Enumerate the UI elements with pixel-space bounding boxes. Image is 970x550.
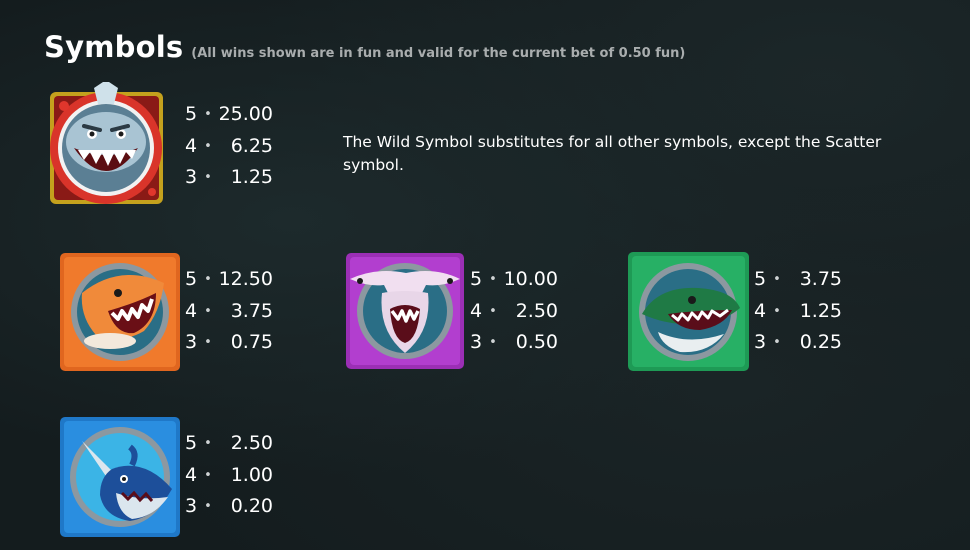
pay-value: 3.75	[799, 268, 842, 290]
pay-count: 3	[185, 331, 198, 353]
pay-row: 3 • 0.20	[185, 491, 273, 523]
bullet-icon: •	[489, 335, 497, 350]
pay-count: 5	[754, 268, 767, 290]
pay-count: 4	[185, 134, 198, 157]
pay-count: 3	[754, 331, 767, 353]
pay-count: 5	[185, 103, 198, 125]
bullet-icon: •	[489, 272, 497, 287]
bullet-icon: •	[204, 499, 212, 514]
green-shark-paytable: 5 • 3.75 4 • 1.25 3 • 0.25	[754, 264, 842, 359]
green-shark-icon	[628, 252, 749, 371]
pay-value: 1.25	[799, 299, 842, 322]
blue-swordfish-paytable: 5 • 2.50 4 • 1.00 3 • 0.20	[185, 428, 273, 523]
orange-shark-paytable: 5 • 12.50 4 • 3.75 3 • 0.75	[185, 264, 273, 359]
pay-row: 4 • 1.00	[185, 460, 273, 492]
wild-description: The Wild Symbol substitutes for all othe…	[343, 133, 882, 174]
orange-shark-icon	[60, 253, 180, 371]
pay-row: 4 • 3.75	[185, 296, 273, 328]
pay-row: 3 • 0.50	[470, 327, 558, 359]
pay-row: 3 • 0.75	[185, 327, 273, 359]
pay-count: 4	[185, 299, 198, 322]
pay-value: 2.50	[230, 432, 273, 454]
pay-row: 5 • 10.00	[470, 264, 558, 296]
pay-count: 4	[470, 299, 483, 322]
bullet-icon: •	[204, 107, 212, 122]
pay-value: 0.20	[230, 495, 273, 517]
pay-value: 0.75	[230, 331, 273, 353]
bullet-icon: •	[204, 303, 212, 319]
pay-value: 12.50	[218, 268, 273, 290]
pay-row: 5 • 2.50	[185, 428, 273, 460]
pay-count: 5	[470, 268, 483, 290]
page-title: Symbols	[44, 30, 184, 64]
pay-row: 3 • 0.25	[754, 327, 842, 359]
pay-value: 10.00	[503, 268, 558, 290]
header: Symbols (All wins shown are in fun and v…	[44, 30, 685, 64]
pay-row: 4 • 6.25	[185, 131, 273, 163]
pay-value: 0.50	[515, 331, 558, 353]
pay-count: 5	[185, 268, 198, 290]
pay-value: 0.25	[799, 331, 842, 353]
purple-hammerhead-paytable: 5 • 10.00 4 • 2.50 3 • 0.50	[470, 264, 558, 359]
bullet-icon: •	[204, 467, 212, 483]
pay-value: 6.25	[230, 134, 273, 157]
pay-value: 25.00	[218, 103, 273, 125]
bullet-icon: •	[773, 335, 781, 350]
pay-row: 4 • 2.50	[470, 296, 558, 328]
bullet-icon: •	[204, 436, 212, 451]
bullet-icon: •	[773, 272, 781, 287]
pay-count: 5	[185, 432, 198, 454]
pay-row: 5 • 25.00	[185, 99, 273, 131]
pay-row: 5 • 12.50	[185, 264, 273, 296]
bullet-icon: •	[204, 335, 212, 350]
pay-count: 3	[470, 331, 483, 353]
pay-value: 1.25	[230, 166, 273, 188]
blue-swordfish-icon	[60, 417, 180, 537]
pay-row: 4 • 1.25	[754, 296, 842, 328]
bullet-icon: •	[489, 303, 497, 319]
pay-count: 4	[185, 463, 198, 486]
page-subtitle: (All wins shown are in fun and valid for…	[191, 46, 686, 61]
wild-shark-paytable: 5 • 25.00 4 • 6.25 3 • 1.25	[185, 99, 273, 194]
wild-shark-icon	[44, 82, 169, 210]
pay-value: 1.00	[230, 463, 273, 486]
pay-value: 3.75	[230, 299, 273, 322]
pay-value: 2.50	[515, 299, 558, 322]
bullet-icon: •	[204, 272, 212, 287]
pay-row: 5 • 3.75	[754, 264, 842, 296]
pay-count: 3	[185, 166, 198, 188]
bullet-icon: •	[204, 170, 212, 185]
bullet-icon: •	[773, 303, 781, 319]
bullet-icon: •	[204, 138, 212, 154]
purple-hammerhead-icon	[346, 253, 464, 369]
pay-count: 3	[185, 495, 198, 517]
pay-row: 3 • 1.25	[185, 162, 273, 194]
pay-count: 4	[754, 299, 767, 322]
